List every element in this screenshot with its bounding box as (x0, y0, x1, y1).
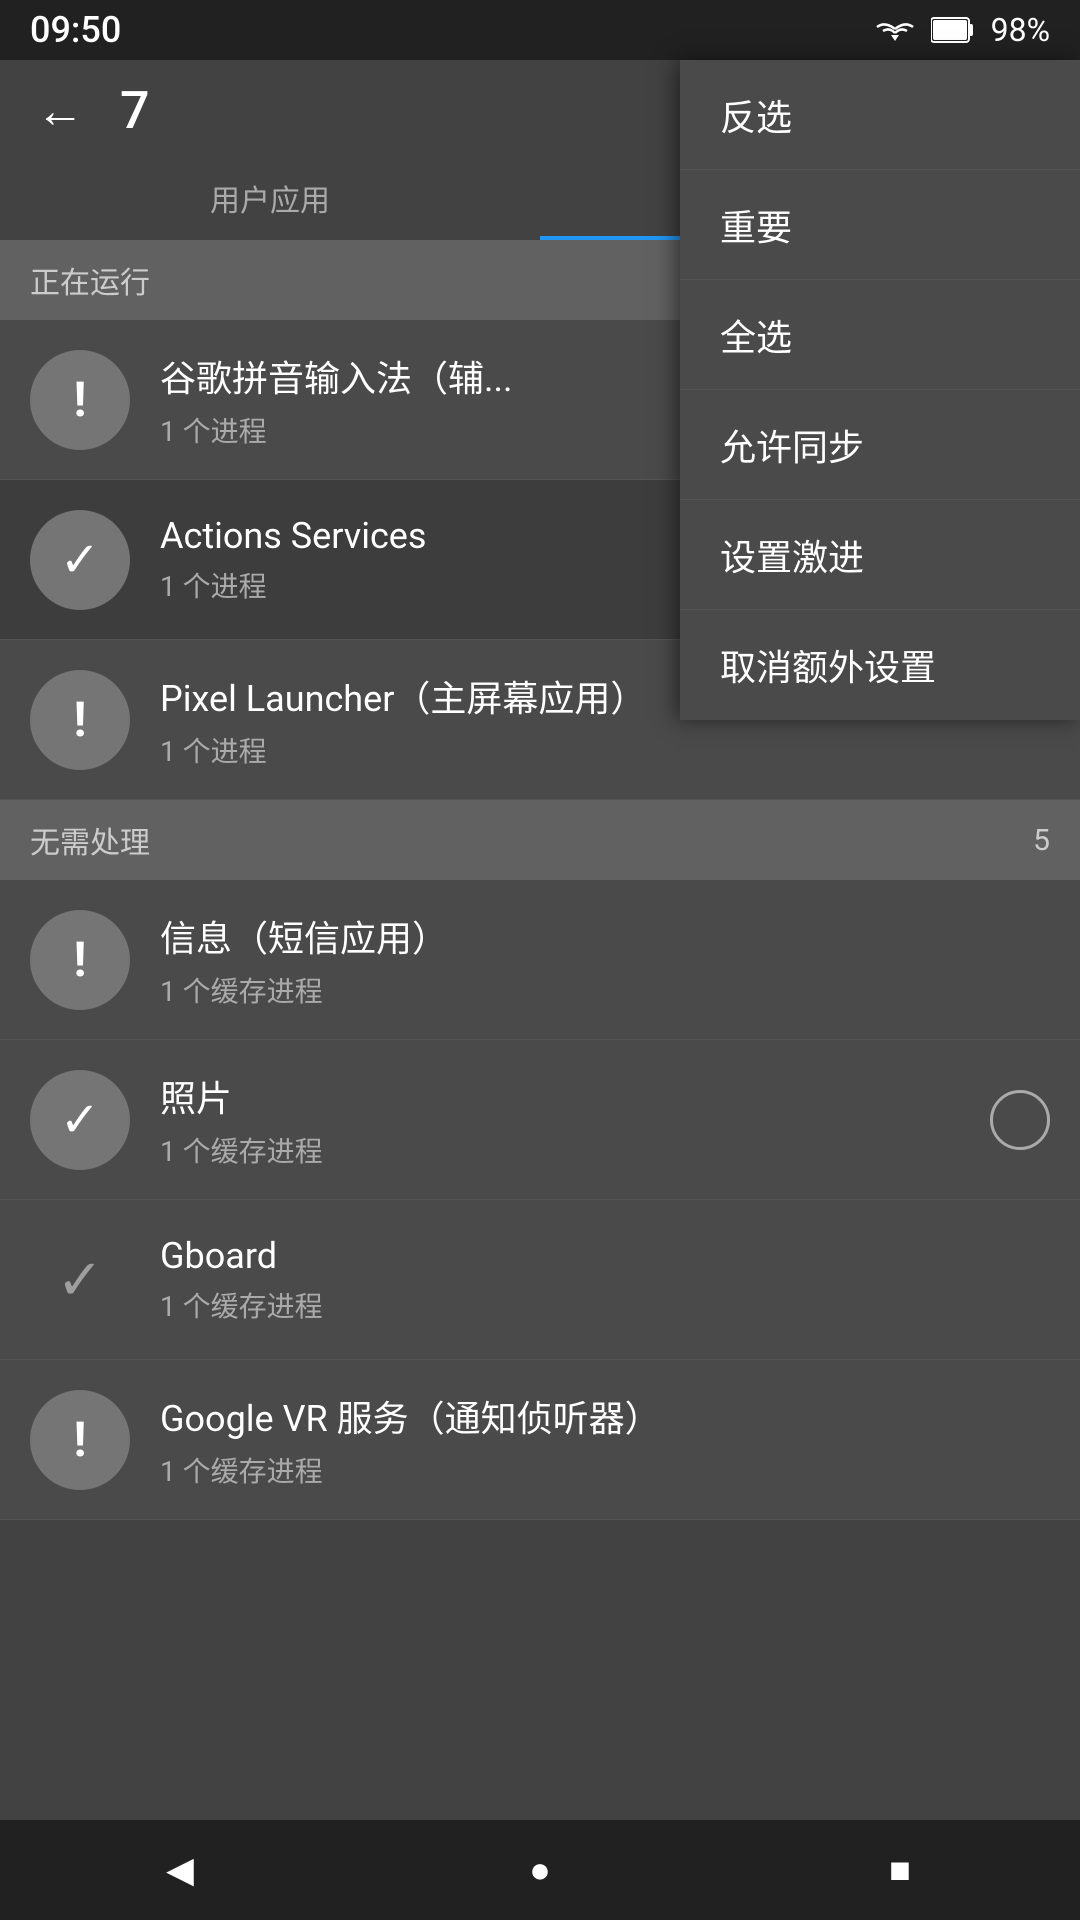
menu-item-select-all[interactable]: 全选 (680, 280, 1080, 390)
app-icon-exclaim-3: ! (30, 910, 130, 1010)
back-button[interactable]: ← (30, 80, 90, 140)
app-icon-check-2: ✓ (30, 1070, 130, 1170)
context-menu: 反选 重要 全选 允许同步 设置激进 取消额外设置 (680, 60, 1080, 720)
app-icon-exclaim-4: ! (30, 1390, 130, 1490)
menu-item-allow-sync[interactable]: 允许同步 (680, 390, 1080, 500)
nav-bar: ◀ ● ■ (0, 1820, 1080, 1920)
status-bar: 09:50 98% (0, 0, 1080, 60)
app-name-googlevr: Google VR 服务（通知侦听器） (160, 1390, 1050, 1442)
radio-button-photos[interactable] (990, 1090, 1050, 1150)
app-process-pixel: 1 个进程 (160, 730, 1050, 770)
wifi-icon (875, 15, 915, 45)
app-name-gboard: Gboard (160, 1235, 1050, 1277)
battery-percentage: 98% (991, 11, 1050, 49)
nav-recents-button[interactable]: ■ (860, 1830, 940, 1910)
app-item-googlevr[interactable]: ! Google VR 服务（通知侦听器） 1 个缓存进程 (0, 1360, 1080, 1520)
back-arrow-icon: ← (36, 82, 84, 139)
app-item-gboard[interactable]: ✓ Gboard 1 个缓存进程 (0, 1200, 1080, 1360)
page-title: 7 (120, 80, 150, 141)
app-process-messages: 1 个缓存进程 (160, 970, 1050, 1010)
app-icon-check-small: ✓ (30, 1230, 130, 1330)
nav-home-button[interactable]: ● (500, 1830, 580, 1910)
app-process-gboard: 1 个缓存进程 (160, 1285, 1050, 1325)
nav-back-icon: ◀ (166, 1849, 194, 1891)
nav-recents-icon: ■ (889, 1849, 911, 1891)
status-time: 09:50 (30, 9, 121, 51)
section-noaction-title: 无需处理 (30, 818, 150, 862)
nav-home-icon: ● (529, 1849, 551, 1891)
app-item-messages[interactable]: ! 信息（短信应用） 1 个缓存进程 (0, 880, 1080, 1040)
app-icon-exclaim-2: ! (30, 670, 130, 770)
menu-item-cancel-extra[interactable]: 取消额外设置 (680, 610, 1080, 720)
status-icons: 98% (875, 11, 1050, 49)
app-name-photos: 照片 (160, 1070, 960, 1122)
menu-item-aggressive[interactable]: 设置激进 (680, 500, 1080, 610)
app-icon-check-1: ✓ (30, 510, 130, 610)
menu-item-important[interactable]: 重要 (680, 170, 1080, 280)
menu-item-reverse-select[interactable]: 反选 (680, 60, 1080, 170)
app-process-photos: 1 个缓存进程 (160, 1130, 960, 1170)
app-icon-exclaim-1: ! (30, 350, 130, 450)
tab-user-apps[interactable]: 用户应用 (0, 160, 540, 240)
app-item-photos[interactable]: ✓ 照片 1 个缓存进程 (0, 1040, 1080, 1200)
app-name-messages: 信息（短信应用） (160, 910, 1050, 962)
battery-icon (931, 16, 975, 44)
nav-back-button[interactable]: ◀ (140, 1830, 220, 1910)
section-running-title: 正在运行 (30, 258, 150, 302)
section-noaction-header: 无需处理 5 (0, 800, 1080, 880)
app-process-googlevr: 1 个缓存进程 (160, 1450, 1050, 1490)
section-noaction-count: 5 (1033, 823, 1050, 858)
